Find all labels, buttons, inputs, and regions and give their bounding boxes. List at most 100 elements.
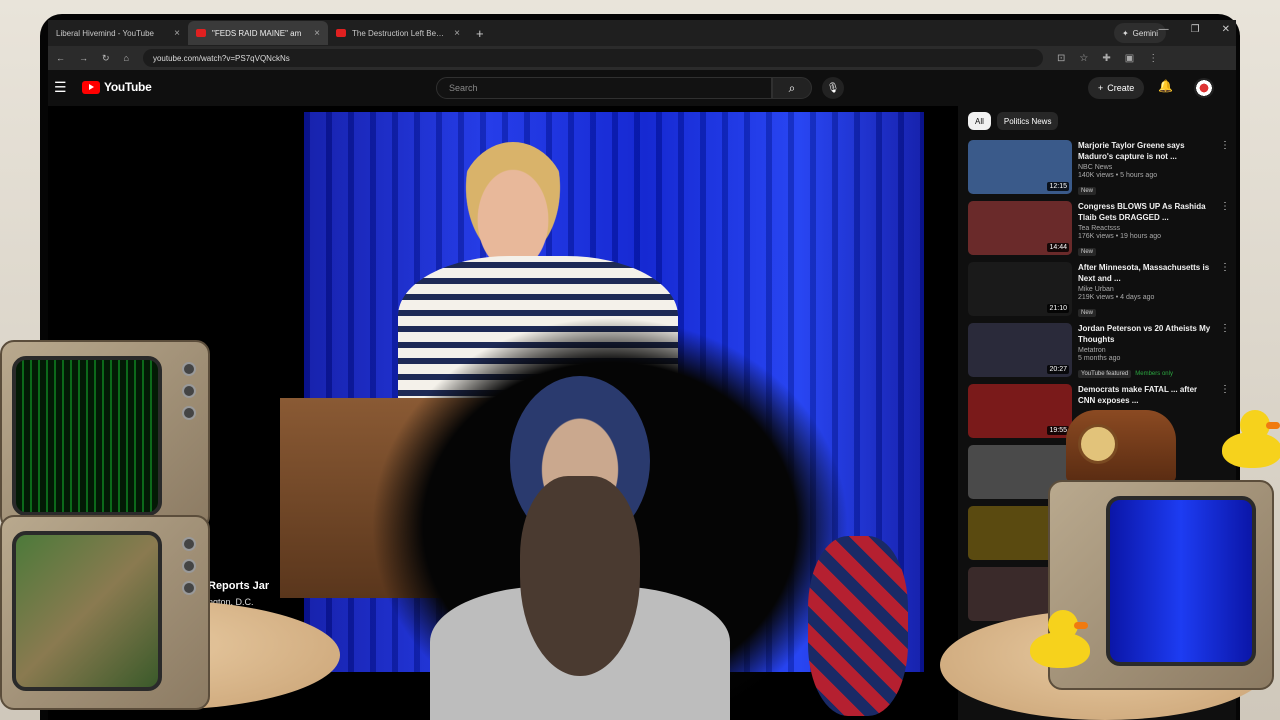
tab-0[interactable]: Liberal Hivemind - YouTube × <box>48 21 188 45</box>
duration-badge: 20:27 <box>1047 365 1069 374</box>
view-count: 219K views • 4 days ago <box>1078 294 1155 301</box>
members-only-badge: Members only <box>1135 371 1173 377</box>
list-item[interactable]: 14:44 Congress BLOWS UP As Rashida Tlaib… <box>968 201 1230 262</box>
chip-all[interactable]: All <box>968 112 991 130</box>
avatar[interactable] <box>1194 78 1214 98</box>
list-item[interactable]: 12:15 Marjorie Taylor Greene says Maduro… <box>968 140 1230 201</box>
reload-icon[interactable]: ↻ <box>102 53 110 64</box>
rubber-duck-decoration <box>1030 610 1100 672</box>
filter-chips: All Politics News <box>968 112 1230 130</box>
channel-name[interactable]: Mike Urban <box>1078 286 1214 293</box>
video-title[interactable]: After Minnesota, Massachusetts is Next a… <box>1078 262 1214 284</box>
close-window-icon[interactable]: ✕ <box>1222 24 1230 35</box>
search-input[interactable]: Search <box>436 77 772 99</box>
list-item[interactable]: 21:10 After Minnesota, Massachusetts is … <box>968 262 1230 323</box>
tab-title: The Destruction Left Behind Af <box>352 28 448 38</box>
close-icon[interactable]: × <box>174 28 180 39</box>
extensions-icon[interactable]: ✚ <box>1102 53 1110 64</box>
youtube-header: ☰ YouTube Search ⌕ 🎙 + Create 🔔 <box>48 70 1236 106</box>
left-tv-top <box>0 340 210 530</box>
new-badge: New <box>1078 248 1097 256</box>
create-label: Create <box>1107 83 1135 93</box>
youtube-logo[interactable]: YouTube <box>82 80 152 94</box>
new-badge: New <box>1078 187 1097 195</box>
rubber-duck-decoration <box>1222 410 1280 472</box>
flag-chair <box>808 536 908 716</box>
chyron-title: Reports Jar <box>208 580 270 592</box>
hamburger-menu-icon[interactable]: ☰ <box>54 79 67 96</box>
browser-tabstrip: Liberal Hivemind - YouTube × "FEDS RAID … <box>48 20 1236 46</box>
matrix-screen <box>12 356 162 516</box>
forward-icon[interactable]: → <box>79 53 88 63</box>
address-bar[interactable]: youtube.com/watch?v=PS7qVQNckNs <box>142 49 1043 67</box>
more-options-icon[interactable]: ⋮ <box>1220 201 1230 262</box>
more-options-icon[interactable]: ⋮ <box>1220 323 1230 384</box>
view-count: 5 months ago <box>1078 355 1121 362</box>
install-icon[interactable]: ⊡ <box>1057 53 1065 64</box>
create-button[interactable]: + Create <box>1088 77 1145 99</box>
duration-badge: 12:15 <box>1047 182 1069 191</box>
vintage-radio-decoration <box>1066 410 1176 482</box>
more-options-icon[interactable]: ⋮ <box>1220 262 1230 323</box>
plus-icon: + <box>1098 83 1104 93</box>
close-icon[interactable]: × <box>314 28 320 39</box>
video-title[interactable]: Jordan Peterson vs 20 Atheists My Though… <box>1078 323 1214 345</box>
streamer-beard <box>520 476 640 676</box>
youtube-favicon-icon <box>196 29 206 37</box>
featured-badge: YouTube featured <box>1078 370 1132 378</box>
village-screen <box>12 531 162 691</box>
gemini-label: Gemini <box>1132 28 1158 38</box>
duration-badge: 14:44 <box>1047 243 1069 252</box>
youtube-play-icon <box>82 80 100 94</box>
window-controls: — ❐ ✕ <box>1159 24 1230 35</box>
video-thumbnail[interactable]: 20:27 <box>968 323 1072 377</box>
search-button[interactable]: ⌕ <box>772 77 812 99</box>
tab-2[interactable]: The Destruction Left Behind Af × <box>328 21 468 45</box>
back-icon[interactable]: ← <box>56 53 65 63</box>
tv-knobs <box>182 537 200 595</box>
left-tv-bottom <box>0 515 210 710</box>
tab-title: Liberal Hivemind - YouTube <box>56 28 154 38</box>
browser-toolbar: ← → ↻ ⌂ youtube.com/watch?v=PS7qVQNckNs … <box>48 46 1236 70</box>
microphone-icon: 🎙 <box>826 82 840 94</box>
video-thumbnail[interactable]: 21:10 <box>968 262 1072 316</box>
duration-badge: 21:10 <box>1047 304 1069 313</box>
list-item[interactable]: 20:27 Jordan Peterson vs 20 Atheists My … <box>968 323 1230 384</box>
search-placeholder: Search <box>449 83 478 93</box>
video-thumbnail[interactable]: 12:15 <box>968 140 1072 194</box>
streamer-webcam-overlay <box>370 316 850 720</box>
speaker-figure <box>458 142 568 272</box>
new-badge: New <box>1078 309 1097 317</box>
mirror-screen <box>1106 496 1256 666</box>
video-title[interactable]: Marjorie Taylor Greene says Maduro's cap… <box>1078 140 1214 162</box>
video-thumbnail[interactable]: 14:44 <box>968 201 1072 255</box>
view-count: 176K views • 19 hours ago <box>1078 233 1162 240</box>
youtube-favicon-icon <box>336 29 346 37</box>
close-icon[interactable]: × <box>454 28 460 39</box>
voice-search-button[interactable]: 🎙 <box>822 77 844 99</box>
video-title[interactable]: Congress BLOWS UP As Rashida Tlaib Gets … <box>1078 201 1214 223</box>
minimize-icon[interactable]: — <box>1159 24 1169 35</box>
menu-dots-icon[interactable]: ⋮ <box>1148 53 1158 64</box>
home-icon[interactable]: ⌂ <box>124 53 129 63</box>
search-icon: ⌕ <box>788 80 796 95</box>
tv-knobs <box>182 362 200 420</box>
view-count: 140K views • 5 hours ago <box>1078 172 1158 179</box>
video-title[interactable]: Democrats make FATAL ... after CNN expos… <box>1078 384 1214 406</box>
notifications-bell-icon[interactable]: 🔔 <box>1158 79 1173 93</box>
stream-background: Liberal Hivemind - YouTube × "FEDS RAID … <box>0 0 1280 720</box>
chip-politics-news[interactable]: Politics News <box>996 112 1059 130</box>
channel-name[interactable]: NBC News <box>1078 164 1214 171</box>
bookmark-star-icon[interactable]: ☆ <box>1079 53 1088 64</box>
tab-1[interactable]: "FEDS RAID MAINE" am × <box>188 21 328 45</box>
sidepanel-icon[interactable]: ▣ <box>1125 53 1134 64</box>
sparkle-icon: ✦ <box>1121 28 1129 38</box>
restore-icon[interactable]: ❐ <box>1191 24 1200 35</box>
video-thumbnail[interactable]: 19:55 <box>968 384 1072 438</box>
url-text: youtube.com/watch?v=PS7qVQNckNs <box>152 53 290 63</box>
logo-text: YouTube <box>104 80 152 94</box>
new-tab-button[interactable]: + <box>476 26 484 41</box>
channel-name[interactable]: Metatron <box>1078 347 1214 354</box>
more-options-icon[interactable]: ⋮ <box>1220 140 1230 201</box>
channel-name[interactable]: Tea Reactsss <box>1078 225 1214 232</box>
